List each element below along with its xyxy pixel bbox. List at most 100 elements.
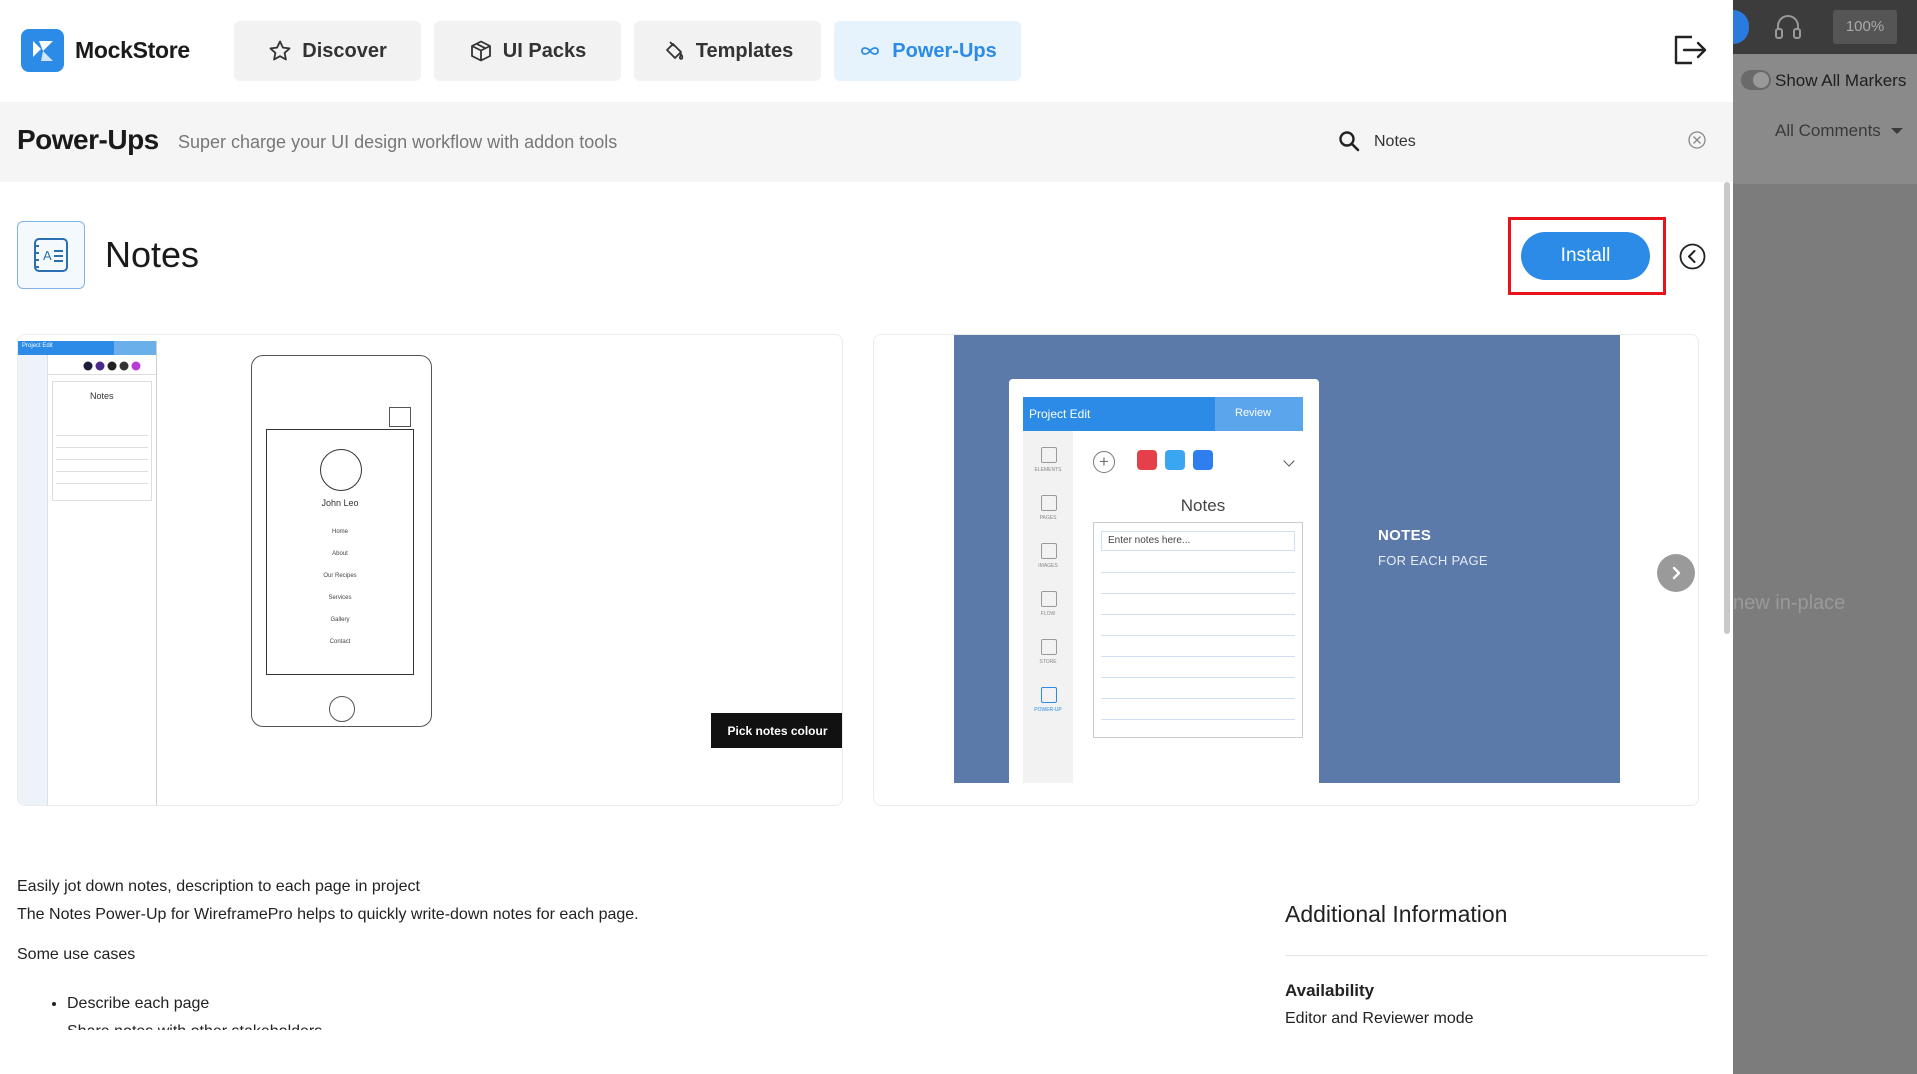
logout-icon[interactable] (1672, 34, 1708, 66)
mock-note-line (1101, 572, 1295, 573)
all-comments-dropdown: All Comments (1775, 121, 1881, 140)
phone-menu-item: Gallery (330, 617, 350, 623)
store-logo[interactable]: MockStore (21, 29, 190, 72)
page-subtitle: Super charge your UI design workflow wit… (178, 132, 618, 152)
red-note-icon (1137, 450, 1157, 470)
add-icon: + (1093, 451, 1115, 473)
description-line: The Notes Power-Up for WireframePro help… (17, 906, 639, 923)
mock-app-window: Project Edit Review ELEMENTS PAGES IMAGE… (1009, 379, 1319, 783)
search-input[interactable] (1374, 122, 1674, 162)
check-icon (1165, 450, 1185, 470)
mock-note-line (1101, 593, 1295, 594)
store-icon (1041, 639, 1057, 655)
star-icon (268, 39, 292, 63)
show-markers-toggle (1741, 70, 1771, 90)
phone-profile-name: John Leo (321, 498, 359, 508)
tab-power-ups[interactable]: Power-Ups (834, 21, 1021, 81)
mock-app-bar-text: Project Edit (1029, 407, 1091, 421)
mock-note-line (1101, 698, 1295, 699)
tab-label: UI Packs (502, 39, 587, 62)
install-button[interactable]: Install (1521, 232, 1650, 280)
mock-note-line (1101, 635, 1295, 636)
box-icon (469, 39, 493, 63)
mock-notes-box (1093, 522, 1303, 738)
power-up-icon (1041, 687, 1057, 703)
phone-menu-item: Contact (329, 639, 351, 645)
mock-note-line (1101, 719, 1295, 720)
mock-notes-title: Notes (90, 391, 114, 401)
list-item: Describe each page (67, 995, 322, 1013)
store-modal: MockStore Discover UI Packs Templates Po… (0, 0, 1733, 1074)
back-arrow-icon[interactable] (1679, 243, 1706, 270)
mock-note-line (56, 435, 148, 436)
use-cases-heading: Some use cases (17, 946, 136, 963)
mock-topbar-text: Project Edit (22, 343, 53, 349)
chevron-right-icon (1672, 566, 1681, 580)
divider (1285, 955, 1708, 956)
show-markers-label: Show All Markers (1775, 71, 1907, 90)
hamburger-icon (389, 407, 411, 427)
logo-icon (21, 29, 64, 72)
mock-notes-title: Notes (1180, 496, 1226, 515)
logo-text: MockStore (75, 37, 190, 63)
mock-note-line (56, 483, 148, 484)
tab-label: Discover (302, 39, 387, 62)
dropbox-icon (1193, 450, 1213, 470)
tab-templates[interactable]: Templates (634, 21, 821, 81)
additional-info-title: Additional Information (1285, 901, 1508, 927)
phone-home-button (329, 696, 355, 722)
tab-ui-packs[interactable]: UI Packs (434, 21, 621, 81)
clear-search-icon[interactable] (1687, 130, 1707, 150)
mock-note-line (1101, 656, 1295, 657)
mock-divider (156, 341, 157, 805)
mock-review-text: Review (1235, 407, 1272, 419)
phone-menu-item: About (332, 551, 348, 557)
sidebar-label: POWER-UP (1034, 707, 1062, 713)
tab-discover[interactable]: Discover (234, 21, 421, 81)
sidebar-label: ELEMENTS (1034, 467, 1062, 473)
headphones-icon (1775, 15, 1801, 39)
elements-icon (1041, 447, 1057, 463)
chevron-down-icon (1891, 128, 1903, 134)
background-app-panel: 100% Show All Markers All Comments new i… (1733, 0, 1917, 1074)
background-hint-text: new in-place (1733, 592, 1846, 614)
pages-icon (1041, 495, 1057, 511)
scrollbar[interactable] (1724, 182, 1730, 634)
mock-sidebar (18, 341, 48, 805)
preview-screenshot-2[interactable]: Project Edit Review ELEMENTS PAGES IMAGE… (873, 334, 1699, 806)
phone-menu-item: Home (331, 529, 348, 535)
page-title: Power-Ups (17, 124, 159, 155)
images-icon (1041, 543, 1057, 559)
mock-note-line (56, 459, 148, 460)
sidebar-label: STORE (1039, 659, 1057, 665)
paint-bucket-icon (662, 39, 686, 63)
zoom-level: 100% (1833, 10, 1897, 44)
sidebar-label: PAGES (1039, 515, 1057, 521)
sidebar-label: IMAGES (1038, 563, 1058, 569)
mock-toolbar (48, 357, 156, 375)
page-header: Power-Ups Super charge your UI design wo… (0, 102, 1733, 182)
description-line: Easily jot down notes, description to ea… (17, 878, 420, 895)
availability-label: Availability (1285, 981, 1375, 1000)
search-icon (1339, 131, 1360, 152)
mock-notes-field: Enter notes here... (1101, 531, 1295, 551)
svg-text:A: A (43, 248, 52, 263)
tab-label: Power-Ups (892, 39, 997, 62)
mock-note-line (56, 447, 148, 448)
pick-colour-tooltip: Pick notes colour (711, 713, 842, 748)
banner-subheading: FOR EACH PAGE (1378, 553, 1488, 568)
top-navigation: MockStore Discover UI Packs Templates Po… (0, 0, 1733, 102)
banner-heading: NOTES (1378, 527, 1432, 544)
carousel-next-button[interactable] (1657, 554, 1695, 592)
phone-menu-item: Services (328, 595, 352, 601)
product-title: Notes (105, 234, 200, 275)
sidebar-label: FLOW (1040, 611, 1056, 617)
tab-label: Templates (695, 39, 794, 62)
mock-topbar-review (114, 341, 156, 355)
content-cutoff (0, 1030, 1300, 1074)
preview-screenshot-1[interactable]: Project Edit Notes John Leo Home About O… (17, 334, 843, 806)
product-description: Easily jot down notes, description to ea… (17, 878, 917, 964)
phone-menu-item: Our Recipes (323, 573, 357, 579)
notes-product-icon: A (17, 221, 85, 289)
mock-note-line (1101, 677, 1295, 678)
